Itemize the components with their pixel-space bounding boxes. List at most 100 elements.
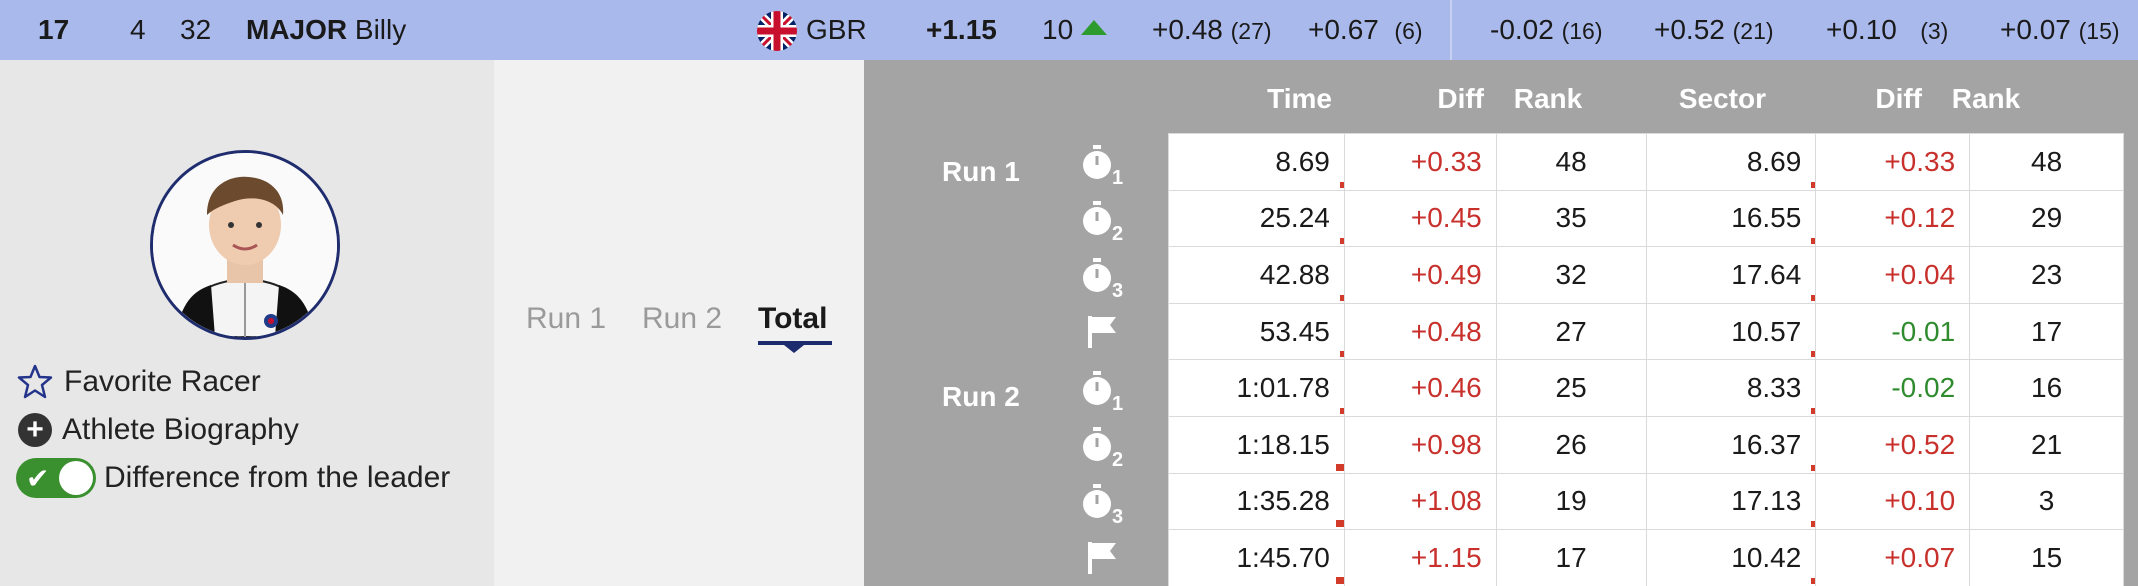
table-row: 42.88 +0.49 32 17.64 +0.04 23 [1168,246,2124,304]
diff-indicator-mark [1811,238,1816,245]
total-diff: +1.15 [926,14,997,45]
diff-from-leader-toggle[interactable]: ✔ [16,458,96,498]
athlete-biography-label: Athlete Biography [62,413,299,446]
table-row: 25.24 +0.45 35 16.55 +0.12 29 [1168,189,2124,248]
sector-diff-cell: -0.01 [1815,302,1971,361]
athlete-biography-link[interactable]: + Athlete Biography [16,410,299,450]
divider [1450,0,1452,60]
sector-rank-cell: 48 [1969,133,2124,191]
col-header-sector: Sector [1678,83,1766,114]
diff-indicator-mark [1811,521,1816,528]
time-cell-text: 25.24 [1259,202,1330,234]
rank-cell: 25 [1495,359,1647,417]
table-row: 8.69 +0.33 48 8.69 +0.33 48 [1168,133,2124,191]
sector-time-cell-text: 10.42 [1731,541,1802,573]
diff-indicator-mark [1811,351,1816,358]
run-1-label: Run 1 [942,156,1020,187]
stopwatch-icon: 3 [1080,484,1123,528]
split-4: +0.52 (21) [1654,14,1774,45]
split-5: +0.10 (3) [1826,14,1949,45]
stopwatch-icon: 1 [1080,145,1123,189]
gbr-flag-icon [757,11,797,51]
rank-cell: 17 [1495,529,1647,586]
stopwatch-icon: 2 [1080,201,1123,245]
sector-time-cell-text: 8.69 [1746,145,1802,177]
col-header-sector-diff: Diff [1875,83,1922,114]
athlete-avatar [150,150,340,340]
favorite-racer-toggle[interactable]: Favorite Racer [16,362,261,402]
time-cell-text: 1:35.28 [1236,485,1330,517]
run-2-label: Run 2 [942,381,1020,412]
tab-run-2[interactable]: Run 2 [642,302,722,336]
current-rank: 10 [1042,0,1108,60]
sector-time-cell: 17.64 [1645,246,1817,304]
time-cell: 1:35.28 [1168,472,1345,531]
sector-rank-cell: 17 [1969,302,2124,361]
sector-time-cell: 16.37 [1645,415,1817,474]
diff-indicator-mark [1811,294,1816,301]
sector-time-cell: 16.55 [1645,189,1817,248]
stat-col-2: 4 [130,14,146,45]
diff-indicator-mark [1335,520,1344,528]
diff-cell: +0.45 [1343,189,1497,248]
sector-diff-cell: +0.52 [1815,415,1971,474]
table-row: 1:18.15 +0.98 26 16.37 +0.52 21 [1168,415,2124,474]
col-header-sector-rank: Rank [1951,83,2021,114]
split-3: -0.02 (16) [1490,14,1603,45]
diff-cell: +1.08 [1343,472,1497,531]
split-1: +0.48 (27) [1152,14,1272,45]
finish-flag-icon [1086,314,1126,354]
sector-diff-cell: +0.12 [1815,189,1971,248]
diff-cell: +1.15 [1343,529,1497,586]
rank-cell: 32 [1495,246,1647,304]
split-2: +0.67 (6) [1308,14,1423,45]
sector-time-cell-text: 16.37 [1731,428,1802,460]
sector-time-cell-text: 10.57 [1731,315,1802,347]
stopwatch-icon: 1 [1080,371,1123,415]
athlete-summary-bar[interactable]: 17 4 32 MAJOR Billy GBR +1.15 10 +0.48 (… [0,0,2138,60]
sector-rank-cell: 15 [1969,529,2124,586]
time-cell-text: 53.45 [1259,315,1330,347]
tab-total[interactable]: Total [758,302,827,336]
sector-time-cell-text: 17.64 [1731,258,1802,290]
sector-diff-cell: +0.07 [1815,529,1971,586]
diff-indicator-mark [1811,407,1816,414]
time-cell-text: 1:01.78 [1236,372,1330,404]
tab-run-1[interactable]: Run 1 [526,302,606,336]
table-row: 1:35.28 +1.08 19 17.13 +0.10 3 [1168,472,2124,531]
sector-time-cell: 10.42 [1645,529,1817,586]
sector-rank-cell: 16 [1969,359,2124,417]
col-header-diff: Diff [1437,83,1484,114]
sector-diff-cell: +0.04 [1815,246,1971,304]
time-cell: 8.69 [1168,133,1345,191]
table-row: 1:45.70 +1.15 17 10.42 +0.07 15 [1168,529,2124,586]
current-rank-value: 10 [1042,14,1074,45]
bib-number: 17 [38,14,70,45]
diff-cell: +0.98 [1343,415,1497,474]
diff-indicator-mark [1339,351,1344,358]
time-cell-text: 8.69 [1275,145,1330,177]
time-cell-text: 42.88 [1259,258,1330,290]
diff-indicator-mark [1339,238,1344,245]
diff-indicator-mark [1811,181,1816,188]
diff-cell: +0.33 [1343,133,1497,191]
diff-indicator-mark [1335,576,1344,584]
sector-rank-cell: 21 [1969,415,2124,474]
diff-indicator-mark [1811,577,1816,584]
diff-indicator-mark [1339,181,1344,188]
sector-rank-cell: 23 [1969,246,2124,304]
diff-indicator-mark [1335,463,1344,471]
diff-cell: +0.48 [1343,302,1497,361]
table-row: 1:01.78 +0.46 25 8.33 -0.02 16 [1168,359,2124,417]
star-outline-icon [17,364,53,399]
stopwatch-icon: 2 [1080,427,1123,471]
time-cell-text: 1:45.70 [1236,541,1330,573]
time-cell-text: 1:18.15 [1236,428,1330,460]
time-cell: 42.88 [1168,246,1345,304]
rank-cell: 19 [1495,472,1647,531]
sector-time-cell: 8.69 [1645,133,1817,191]
diff-cell: +0.46 [1343,359,1497,417]
active-tab-caret [784,345,804,353]
table-row: 53.45 +0.48 27 10.57 -0.01 17 [1168,302,2124,361]
stat-col-3: 32 [180,14,212,45]
